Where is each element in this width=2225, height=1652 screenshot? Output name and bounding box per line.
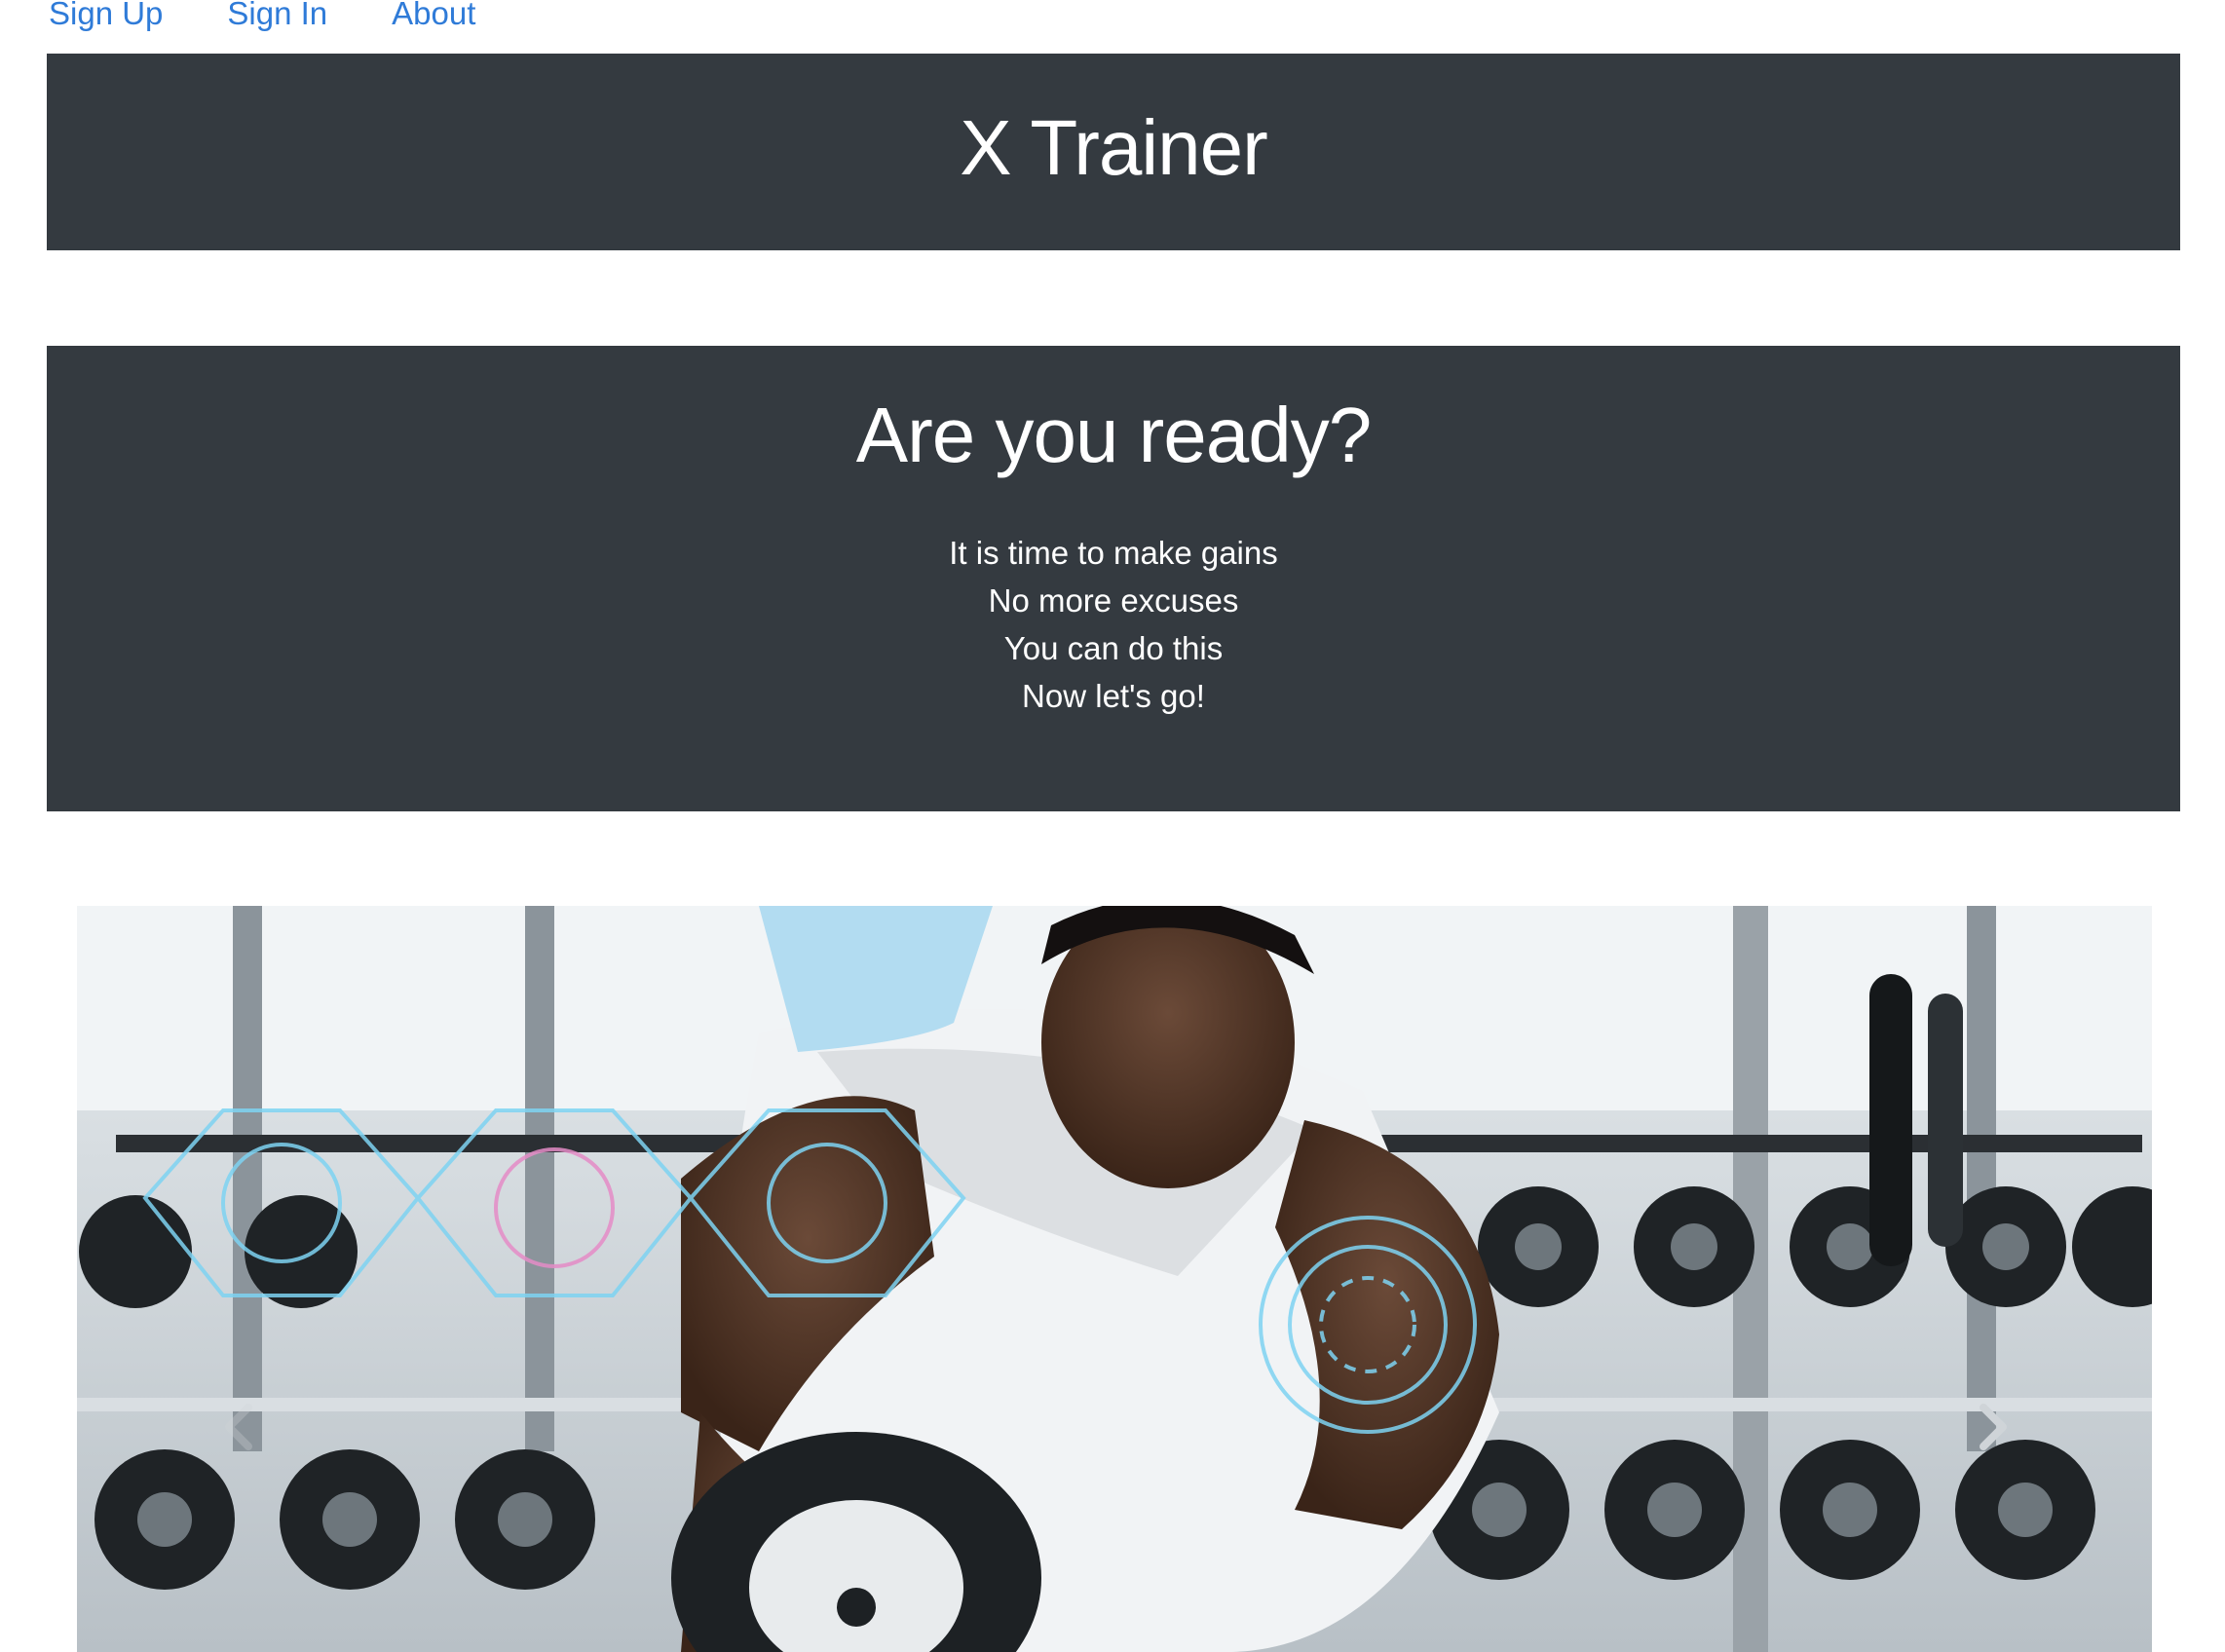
top-nav: Sign Up Sign In About [49, 0, 540, 39]
hero-title: Are you ready? [855, 392, 1373, 478]
chevron-left-icon[interactable] [219, 1398, 258, 1456]
gym-photo [77, 906, 2152, 1652]
nav-signup-link[interactable]: Sign Up [49, 0, 163, 29]
brand-banner: X Trainer [47, 54, 2180, 250]
hero-line: No more excuses [988, 582, 1239, 619]
hero-line: Now let's go! [1022, 678, 1205, 714]
hero-text: It is time to make gains No more excuses… [47, 529, 2180, 720]
brand-title: X Trainer [960, 104, 1268, 191]
nav-about-link[interactable]: About [392, 0, 475, 29]
chevron-right-icon[interactable] [1974, 1398, 2013, 1456]
hero-banner: Are you ready? It is time to make gains … [47, 346, 2180, 811]
hero-line: It is time to make gains [949, 535, 1278, 571]
hero-line: You can do this [1003, 630, 1224, 666]
carousel-image [77, 906, 2152, 1652]
nav-signin-link[interactable]: Sign In [227, 0, 327, 29]
